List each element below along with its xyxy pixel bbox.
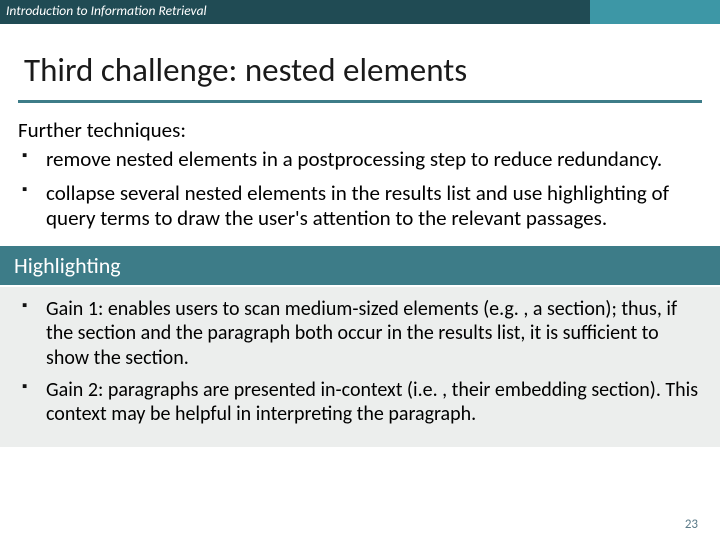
- top-bar-accent: [590, 0, 720, 24]
- slide-title: Third challenge: nested elements: [24, 50, 696, 90]
- title-area: Third challenge: nested elements: [0, 24, 720, 96]
- list-item: collapse several nested elements in the …: [40, 181, 702, 232]
- top-bar: Introduction to Information Retrieval: [0, 0, 720, 24]
- course-label: Introduction to Information Retrieval: [6, 2, 207, 19]
- box-bullet-list: Gain 1: enables users to scan medium-siz…: [18, 297, 702, 427]
- list-item: Gain 1: enables users to scan medium-siz…: [40, 297, 702, 370]
- section-bar-highlighting: Highlighting: [0, 246, 720, 285]
- bullet-list: remove nested elements in a postprocessi…: [18, 147, 702, 232]
- page-number: 23: [685, 517, 698, 532]
- lead-text: Further techniques:: [18, 117, 702, 143]
- list-item: remove nested elements in a postprocessi…: [40, 147, 702, 173]
- highlight-box: Gain 1: enables users to scan medium-siz…: [0, 287, 720, 447]
- list-item: Gain 2: paragraphs are presented in-cont…: [40, 378, 702, 427]
- body-area: Further techniques: remove nested elemen…: [0, 103, 720, 232]
